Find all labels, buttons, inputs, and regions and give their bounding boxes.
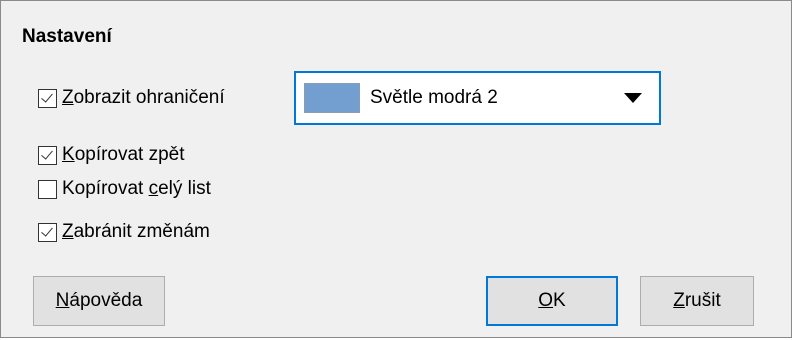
checkmark-icon [41, 223, 53, 237]
copy-entire-sheet-label: Kopírovat celý list [62, 177, 211, 201]
dialog-window: Nastavení Zobrazit ohraničení Světle mod… [0, 0, 792, 338]
copy-entire-sheet-label-prefix: Kopírovat [62, 178, 149, 199]
cancel-button-label: rušit [684, 290, 721, 311]
help-button-mnemonic: N [55, 290, 70, 311]
option-prevent-changes[interactable]: Zabránit změnám [38, 219, 210, 245]
checkmark-icon [41, 146, 53, 160]
copy-back-checkbox[interactable] [38, 145, 57, 165]
option-copy-entire-sheet[interactable]: Kopírovat celý list [38, 176, 211, 202]
copy-back-label: Kopírovat zpět [62, 143, 185, 167]
cancel-button-mnemonic: Z [673, 290, 685, 311]
copy-entire-sheet-mnemonic: c [148, 178, 159, 199]
checkmark-icon [41, 89, 53, 103]
option-copy-back[interactable]: Kopírovat zpět [38, 142, 185, 168]
prevent-changes-mnemonic: Z [62, 221, 74, 242]
ok-button-label: K [553, 290, 566, 311]
prevent-changes-checkbox[interactable] [38, 222, 57, 242]
section-title-settings: Nastavení [22, 26, 112, 47]
show-border-mnemonic: Z [62, 87, 74, 108]
copy-back-mnemonic: K [62, 144, 75, 165]
show-border-label: Zobrazit ohraničení [62, 86, 225, 110]
help-button-label: ápověda [69, 290, 143, 311]
ok-button[interactable]: OK [486, 276, 618, 326]
copy-back-label-text: opírovat zpět [74, 144, 185, 165]
color-swatch [304, 83, 360, 113]
ok-button-mnemonic: O [538, 290, 554, 311]
dropdown-arrow-icon[interactable] [624, 93, 642, 103]
help-button[interactable]: Nápověda [33, 276, 165, 326]
show-border-checkbox[interactable] [38, 88, 57, 108]
prevent-changes-label: Zabránit změnám [62, 220, 210, 244]
option-show-border[interactable]: Zobrazit ohraničení [38, 85, 225, 111]
border-color-select[interactable]: Světle modrá 2 [294, 71, 661, 125]
show-border-label-text: obrazit ohraničení [73, 87, 225, 108]
cancel-button[interactable]: Zrušit [640, 276, 754, 326]
copy-entire-sheet-label-text: elý list [158, 178, 211, 199]
border-color-value: Světle modrá 2 [370, 87, 498, 108]
prevent-changes-label-text: abránit změnám [73, 221, 210, 242]
copy-entire-sheet-checkbox[interactable] [38, 179, 57, 199]
